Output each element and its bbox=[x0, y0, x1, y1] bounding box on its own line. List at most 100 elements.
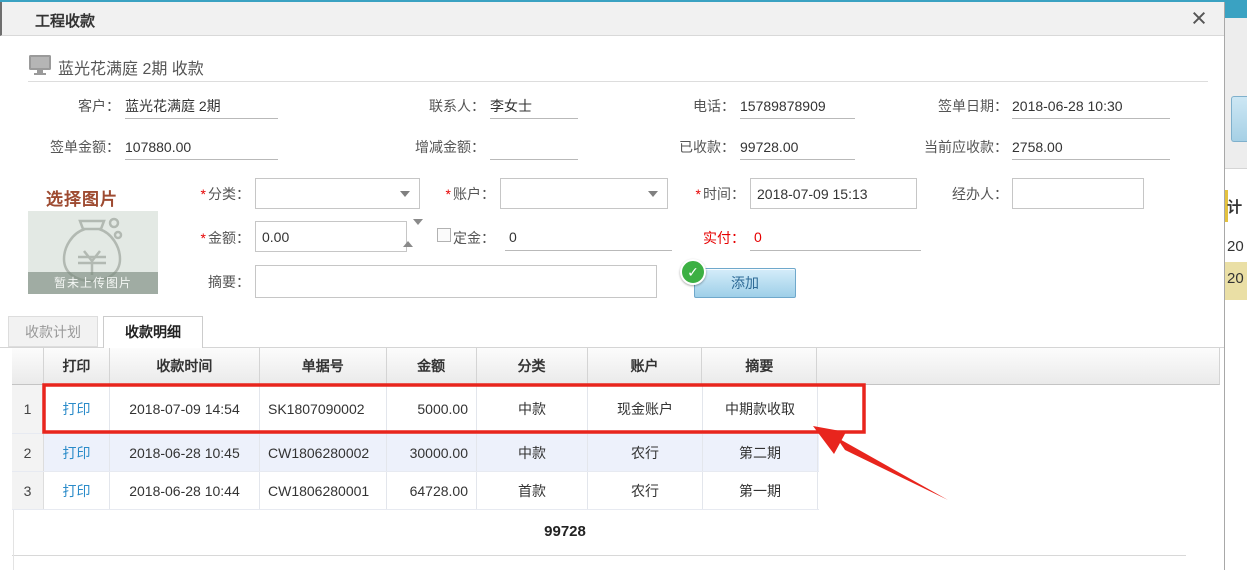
contact-value: 李女士 bbox=[490, 96, 578, 119]
table-row[interactable]: 2 打印 2018-06-28 10:45 CW1806280002 30000… bbox=[12, 434, 819, 472]
dialog-titlebar: 工程收款 × bbox=[0, 2, 1224, 36]
background-text-fragment: 计 bbox=[1227, 196, 1242, 217]
table-footer: 99728 bbox=[12, 510, 1186, 556]
cell-summary: 第二期 bbox=[703, 434, 818, 471]
background-text-fragment: 20 bbox=[1227, 238, 1244, 255]
header-filler bbox=[817, 348, 1219, 384]
total-amount: 99728 bbox=[485, 523, 645, 540]
print-link[interactable]: 打印 bbox=[63, 443, 91, 463]
no-image-label: 暂未上传图片 bbox=[28, 272, 158, 294]
phone-value: 15789878909 bbox=[740, 96, 855, 119]
adjust-amount-value bbox=[490, 137, 578, 160]
operator-label: 经办人： bbox=[930, 184, 1008, 204]
tab-bar: 收款计划 收款明细 bbox=[0, 316, 1224, 348]
customer-value: 蓝光花满庭 2期 bbox=[125, 96, 278, 119]
header-category: 分类 bbox=[477, 348, 588, 384]
due-label: 当前应收款： bbox=[898, 137, 1008, 157]
divider bbox=[13, 510, 14, 570]
header-summary: 摘要 bbox=[702, 348, 817, 384]
contact-label: 联系人： bbox=[330, 96, 485, 116]
deposit-checkbox[interactable] bbox=[437, 228, 451, 242]
print-link[interactable]: 打印 bbox=[63, 399, 91, 419]
header-amount: 金额 bbox=[387, 348, 477, 384]
cell-time: 2018-07-09 14:54 bbox=[110, 385, 260, 433]
customer-label: 客户： bbox=[30, 96, 120, 116]
payment-dialog: 工程收款 × 蓝光花满庭 2期 收款 客户： 蓝光花满庭 2期 联系人： 李女士… bbox=[0, 2, 1225, 570]
cell-amount: 30000.00 bbox=[387, 434, 477, 471]
sign-date-value: 2018-06-28 10:30 bbox=[1012, 96, 1170, 119]
project-title: 蓝光花满庭 2期 收款 bbox=[58, 55, 204, 79]
header-account: 账户 bbox=[588, 348, 703, 384]
adjust-amount-label: 增减金额： bbox=[330, 137, 485, 157]
cell-account: 农行 bbox=[588, 472, 703, 509]
required-mark: * bbox=[201, 230, 206, 246]
print-cell[interactable]: 打印 bbox=[44, 434, 110, 471]
cell-category: 中款 bbox=[477, 385, 588, 433]
header-doc: 单据号 bbox=[260, 348, 387, 384]
operator-input[interactable] bbox=[1012, 178, 1144, 209]
amount-input[interactable] bbox=[255, 221, 407, 252]
received-label: 已收款： bbox=[640, 137, 735, 157]
time-input[interactable] bbox=[750, 178, 917, 209]
print-cell[interactable]: 打印 bbox=[44, 472, 110, 509]
background-window-toolbar bbox=[1225, 18, 1247, 169]
check-badge-icon: ✓ bbox=[680, 259, 706, 285]
divider bbox=[28, 81, 1208, 82]
row-number: 3 bbox=[12, 472, 44, 509]
due-value: 2758.00 bbox=[1012, 137, 1170, 160]
paid-label: 实付： bbox=[695, 228, 745, 248]
header-rownum bbox=[12, 348, 44, 384]
deposit-value: 0 bbox=[505, 226, 672, 251]
sign-amount-label: 签单金额： bbox=[10, 137, 120, 157]
cell-account: 农行 bbox=[588, 434, 703, 471]
cell-doc: CW1806280001 bbox=[260, 472, 387, 509]
add-button[interactable]: 添加 bbox=[694, 268, 796, 298]
amount-label: *金额： bbox=[185, 228, 250, 248]
summary-input[interactable] bbox=[255, 265, 657, 298]
summary-label: 摘要： bbox=[185, 272, 250, 292]
chevron-down-icon bbox=[648, 191, 658, 197]
header-time: 收款时间 bbox=[110, 348, 260, 384]
header-print: 打印 bbox=[44, 348, 110, 384]
required-mark: * bbox=[201, 186, 206, 202]
choose-image-button[interactable]: 选择图片 bbox=[46, 185, 146, 210]
background-text-fragment: 20 bbox=[1227, 270, 1244, 287]
background-window-strip: 计 20 20 bbox=[1225, 0, 1247, 570]
background-button-fragment bbox=[1231, 96, 1247, 142]
table-row[interactable]: 3 打印 2018-06-28 10:44 CW1806280001 64728… bbox=[12, 472, 819, 510]
tab-payment-plan[interactable]: 收款计划 bbox=[8, 316, 98, 347]
monitor-icon bbox=[28, 54, 52, 79]
row-number: 1 bbox=[12, 385, 44, 433]
received-value: 99728.00 bbox=[740, 137, 855, 160]
screen: 计 20 20 工程收款 × 蓝光花满庭 2期 收款 客户： 蓝光花满庭 2期 … bbox=[0, 0, 1247, 570]
row-number: 2 bbox=[12, 434, 44, 471]
phone-label: 电话： bbox=[640, 96, 735, 116]
payment-table: 打印 收款时间 单据号 金额 分类 账户 摘要 1 打印 2018-07-09 … bbox=[12, 348, 1220, 510]
print-link[interactable]: 打印 bbox=[63, 481, 91, 501]
table-row[interactable]: 1 打印 2018-07-09 14:54 SK1807090002 5000.… bbox=[12, 385, 819, 434]
category-label: *分类： bbox=[185, 184, 250, 204]
account-label: *账户： bbox=[430, 184, 495, 204]
cell-category: 中款 bbox=[477, 434, 588, 471]
table-header-row: 打印 收款时间 单据号 金额 分类 账户 摘要 bbox=[12, 348, 1220, 385]
cell-summary: 中期款收取 bbox=[703, 385, 818, 433]
image-placeholder[interactable]: 暂未上传图片 bbox=[28, 211, 158, 294]
category-select[interactable] bbox=[255, 178, 420, 209]
close-icon[interactable]: × bbox=[1184, 1, 1214, 35]
cell-amount: 64728.00 bbox=[387, 472, 477, 509]
paid-value: 0 bbox=[750, 226, 921, 251]
required-mark: * bbox=[696, 186, 701, 202]
cell-time: 2018-06-28 10:44 bbox=[110, 472, 260, 509]
dialog-title: 工程收款 bbox=[35, 10, 95, 31]
print-cell[interactable]: 打印 bbox=[44, 385, 110, 433]
amount-stepper[interactable] bbox=[255, 221, 420, 252]
background-window-header bbox=[1225, 0, 1247, 18]
deposit-label: 定金： bbox=[453, 228, 503, 248]
cell-summary: 第一期 bbox=[703, 472, 818, 509]
time-label: *时间： bbox=[685, 184, 745, 204]
cell-doc: SK1807090002 bbox=[260, 385, 387, 433]
account-select[interactable] bbox=[500, 178, 668, 209]
spinner-arrows-icon[interactable] bbox=[403, 225, 415, 241]
cell-time: 2018-06-28 10:45 bbox=[110, 434, 260, 471]
tab-payment-detail[interactable]: 收款明细 bbox=[103, 316, 203, 348]
